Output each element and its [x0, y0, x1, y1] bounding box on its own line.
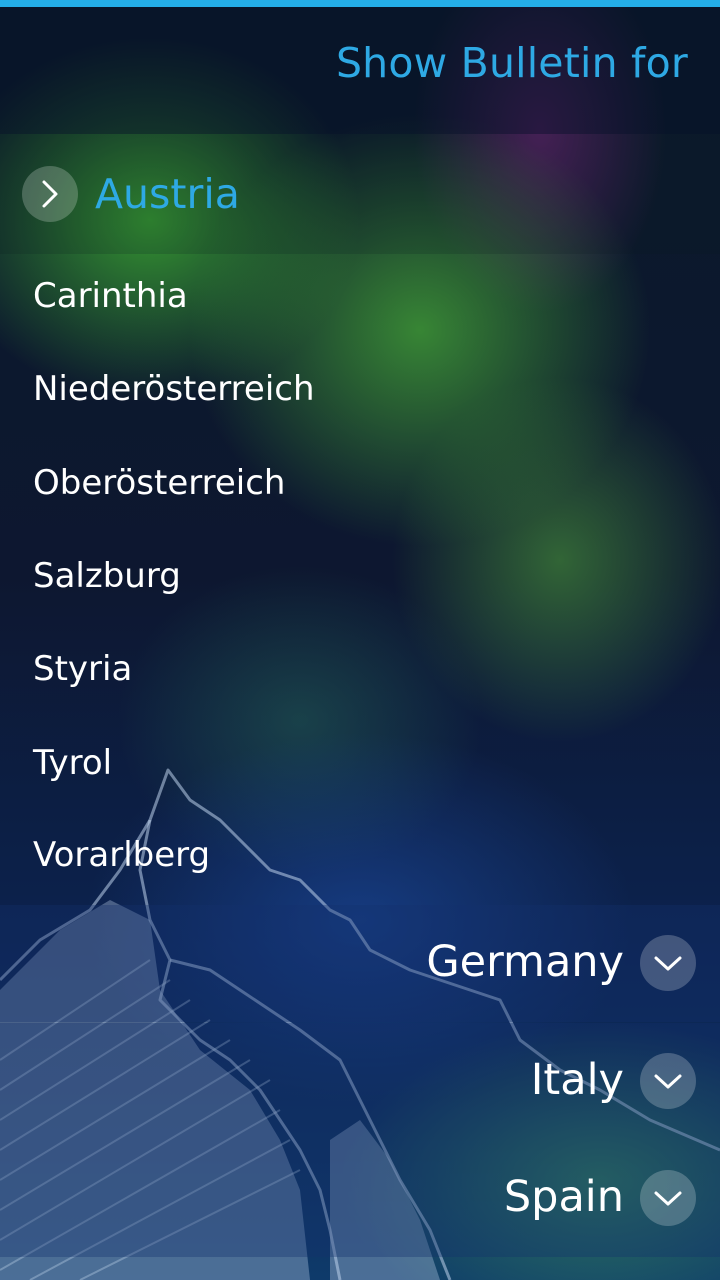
page-header: Show Bulletin for — [0, 7, 720, 134]
country-row-spain[interactable]: Spain — [0, 1140, 720, 1257]
country-row-germany[interactable]: Germany — [0, 905, 720, 1022]
region-label: Carinthia — [33, 276, 188, 316]
region-item-salzburg[interactable]: Salzburg — [0, 534, 720, 627]
chevron-down-icon[interactable] — [640, 1053, 696, 1109]
country-label: Austria — [95, 170, 240, 218]
region-label: Salzburg — [33, 556, 181, 596]
region-item-tyrol[interactable]: Tyrol — [0, 721, 720, 814]
country-row-italy[interactable]: Italy — [0, 1023, 720, 1140]
region-item-oberosterreich[interactable]: Oberösterreich — [0, 441, 720, 534]
country-row-austria[interactable]: Austria — [0, 134, 720, 254]
region-label: Oberösterreich — [33, 463, 286, 503]
region-item-vorarlberg[interactable]: Vorarlberg — [0, 813, 720, 906]
chevron-down-icon[interactable] — [640, 1170, 696, 1226]
region-label: Tyrol — [33, 743, 113, 783]
chevron-right-icon[interactable] — [22, 166, 78, 222]
country-label: Spain — [503, 1172, 624, 1222]
country-label: Germany — [426, 937, 624, 987]
region-label: Niederösterreich — [33, 369, 315, 409]
country-label: Italy — [530, 1055, 624, 1105]
region-label: Vorarlberg — [33, 835, 211, 875]
region-label: Styria — [33, 649, 133, 689]
page-title: Show Bulletin for — [335, 39, 688, 87]
chevron-down-icon[interactable] — [640, 935, 696, 991]
region-item-styria[interactable]: Styria — [0, 627, 720, 720]
status-accent-bar — [0, 0, 720, 7]
region-item-niederosterreich[interactable]: Niederösterreich — [0, 347, 720, 440]
region-item-carinthia[interactable]: Carinthia — [0, 254, 720, 347]
